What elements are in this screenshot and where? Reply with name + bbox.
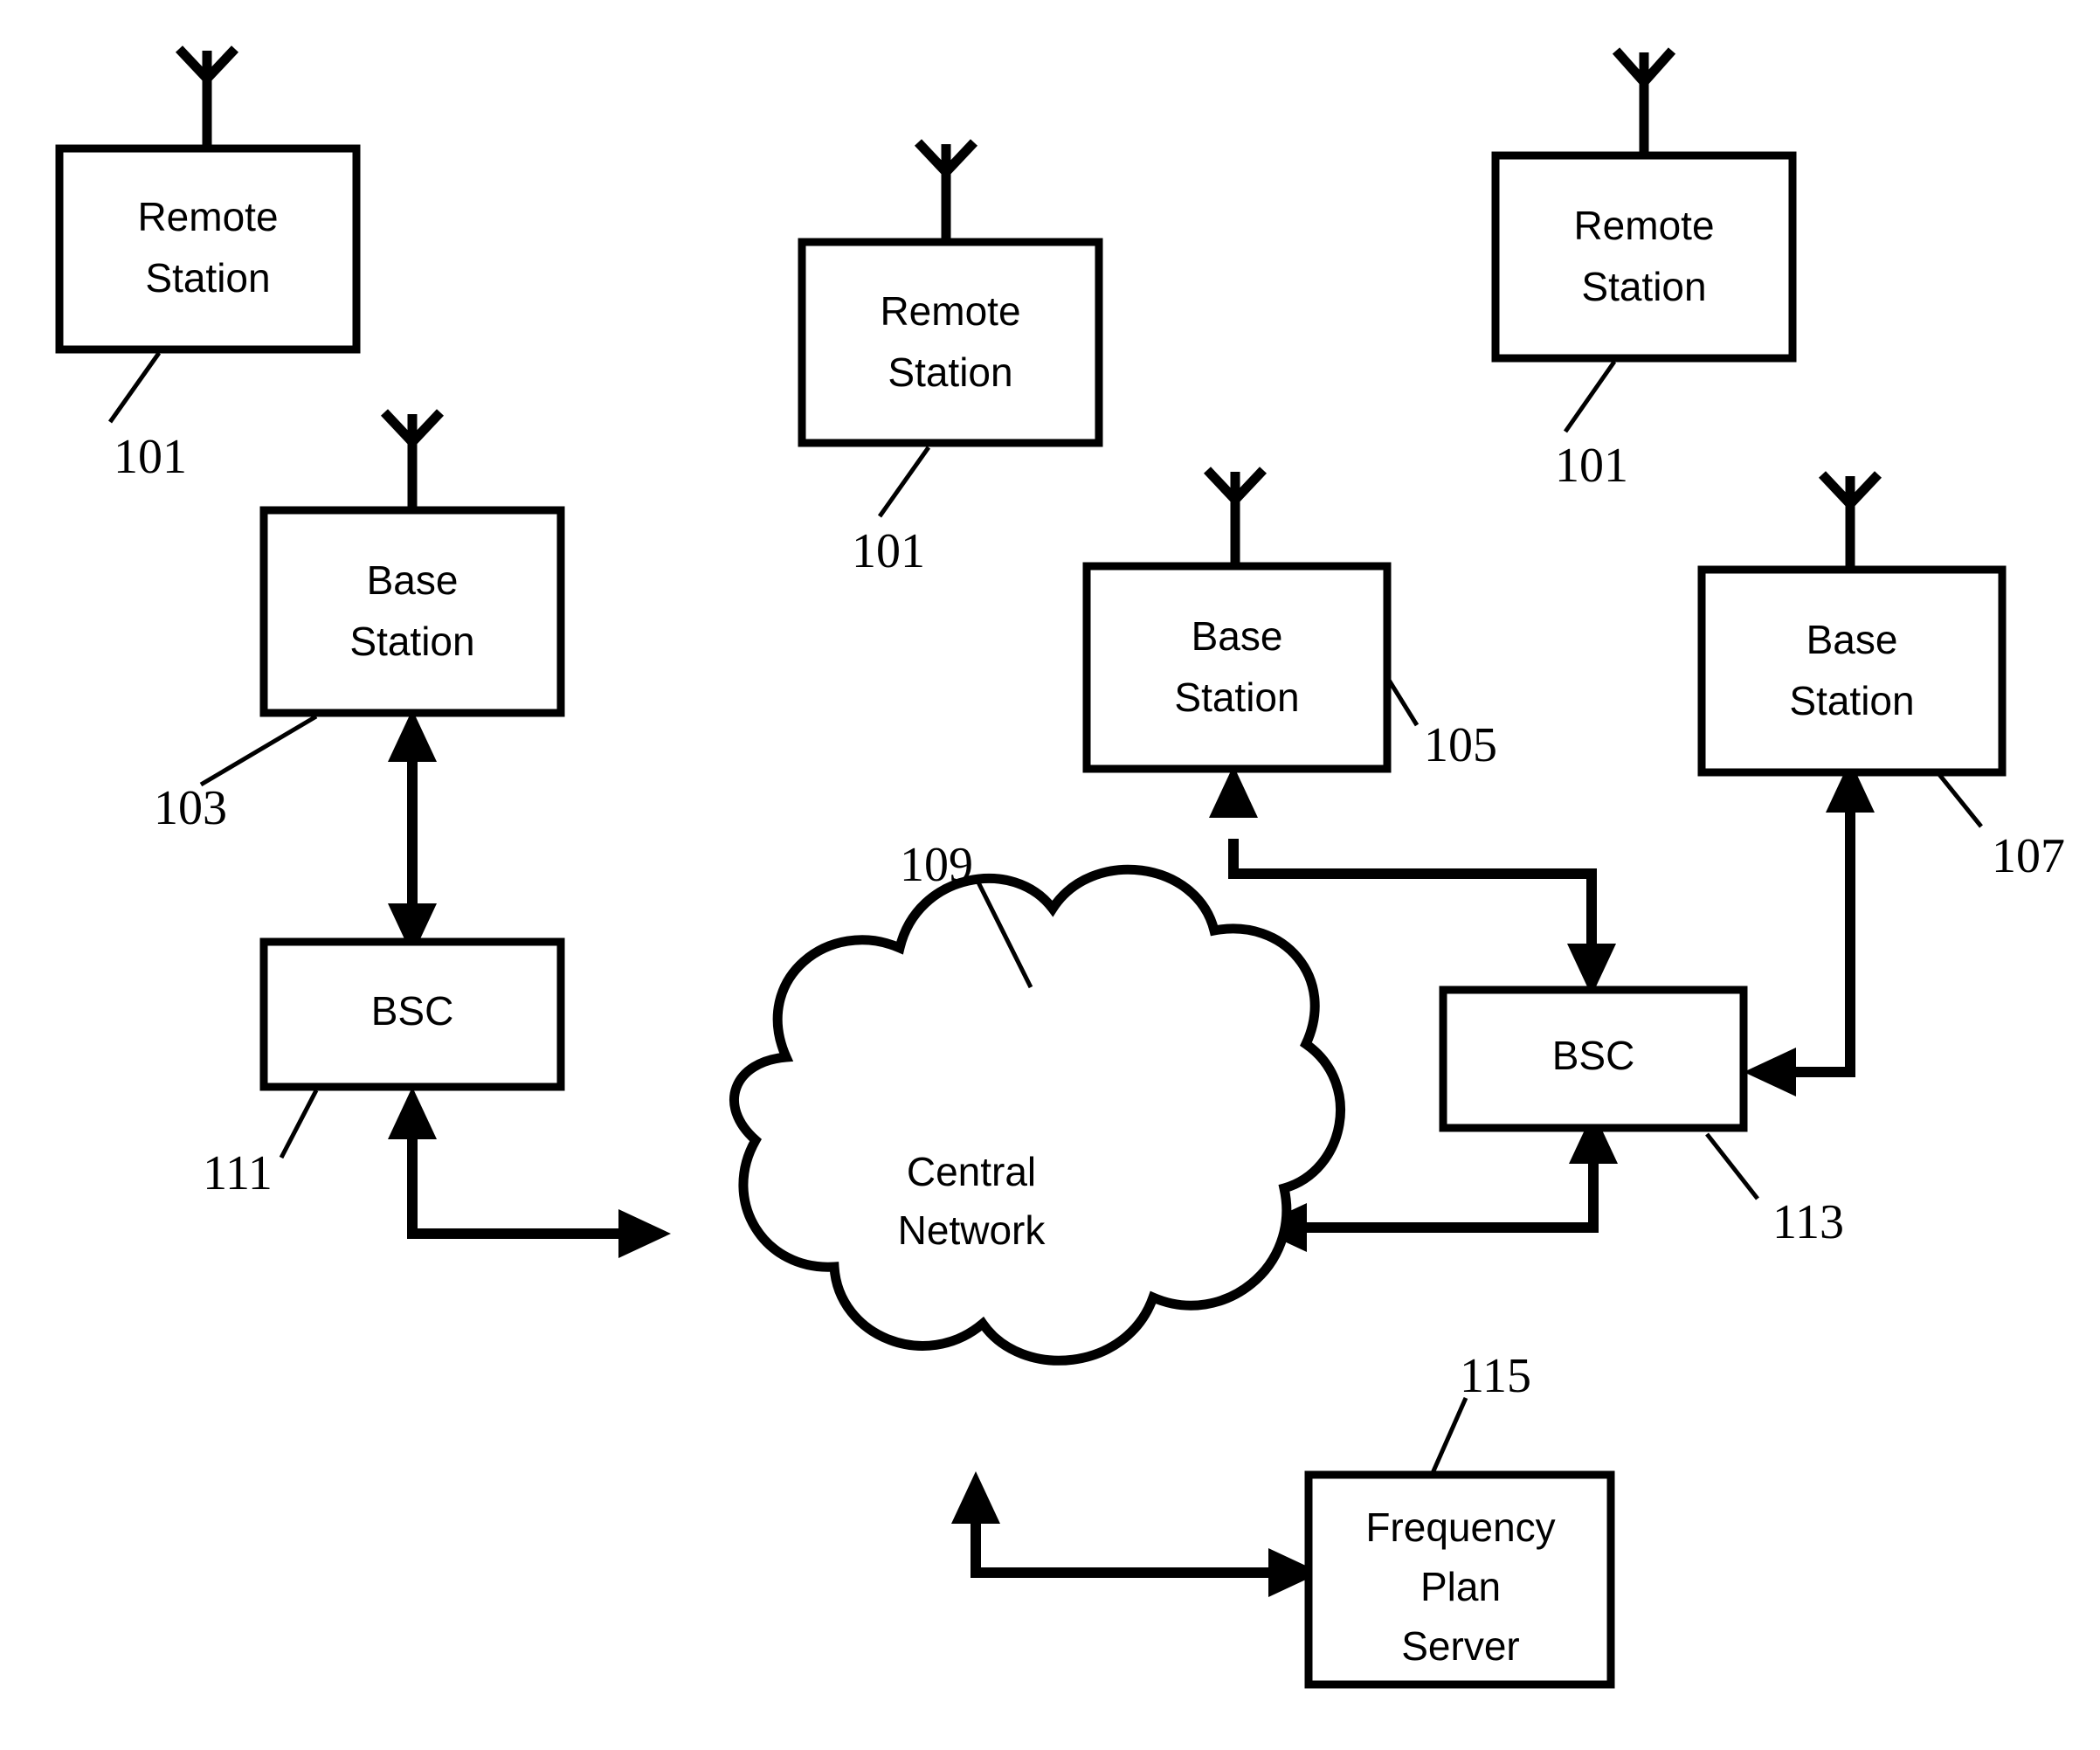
connector-frequency-plan-server-to-central-network <box>951 1471 1321 1597</box>
remote-station-right: Remote Station <box>1491 47 1797 363</box>
ref-101-right-group: 101 <box>1555 360 1628 493</box>
remote-station-right-box <box>1491 151 1797 363</box>
remote-station-middle-box <box>798 238 1103 447</box>
remote-station-left-label-line2: Station <box>145 255 270 301</box>
frequency-plan-server: Frequency Plan Server <box>1304 1470 1615 1689</box>
central-network-label-line1: Central <box>907 1149 1036 1194</box>
antenna-icon <box>380 409 445 510</box>
antenna-icon <box>175 45 239 149</box>
ref-label-111: 111 <box>203 1146 273 1200</box>
base-station-center-label-line1: Base <box>1192 613 1283 659</box>
ref-113-group: 113 <box>1705 1132 1844 1249</box>
base-station-right-label-line1: Base <box>1806 617 1898 662</box>
ref-label-105: 105 <box>1424 718 1497 772</box>
base-station-center-box <box>1082 562 1392 773</box>
remote-station-middle-label-line2: Station <box>888 349 1012 395</box>
base-station-left-label-line2: Station <box>349 619 474 664</box>
ref-label-101-left: 101 <box>114 430 187 484</box>
diagram-canvas: Central Network 109 Remote Station 101 R… <box>55 45 2065 1689</box>
remote-station-middle: Remote Station <box>798 139 1103 447</box>
ref-label-109: 109 <box>900 838 973 892</box>
remote-station-left-label-line1: Remote <box>137 194 278 239</box>
bsc-right-label: BSC <box>1552 1033 1635 1078</box>
base-station-right-box <box>1697 565 2007 777</box>
ref-111-group: 111 <box>203 1089 319 1200</box>
ref-115-group: 115 <box>1430 1349 1531 1475</box>
ref-label-113: 113 <box>1772 1195 1844 1249</box>
ref-103-group: 103 <box>154 714 318 835</box>
bsc-left: BSC <box>259 937 565 1091</box>
connector-bsc-left-to-central-network <box>388 1087 671 1258</box>
ref-label-101-middle: 101 <box>852 524 925 578</box>
central-network-label-line2: Network <box>898 1207 1047 1253</box>
connector-base-station-right-to-bsc-right <box>1744 760 1875 1096</box>
base-station-right-label-line2: Station <box>1789 678 1914 723</box>
ref-label-103: 103 <box>154 781 227 835</box>
base-station-right: Base Station <box>1697 471 2007 777</box>
base-station-left: Base Station <box>259 409 565 717</box>
remote-station-left: Remote Station <box>55 45 361 354</box>
frequency-plan-server-label-line1: Frequency <box>1365 1504 1555 1550</box>
base-station-center: Base Station <box>1082 467 1392 773</box>
ref-label-115: 115 <box>1460 1349 1531 1403</box>
antenna-icon <box>1203 467 1268 566</box>
ref-101-left-group: 101 <box>107 351 187 484</box>
base-station-center-label-line2: Station <box>1174 674 1299 720</box>
remote-station-left-box <box>55 144 361 354</box>
ref-101-middle-group: 101 <box>852 446 931 578</box>
frequency-plan-server-label-line2: Plan <box>1420 1564 1501 1609</box>
patent-figure-network-diagram: Central Network 109 Remote Station 101 R… <box>0 0 2100 1750</box>
antenna-icon <box>1818 471 1882 570</box>
remote-station-middle-label-line1: Remote <box>880 288 1020 334</box>
ref-107-group: 107 <box>1936 771 2065 883</box>
frequency-plan-server-label-line3: Server <box>1401 1623 1519 1669</box>
connector-base-station-left-to-bsc-left <box>388 709 437 956</box>
ref-label-107: 107 <box>1992 829 2065 883</box>
remote-station-right-label-line1: Remote <box>1573 203 1714 248</box>
bsc-left-label: BSC <box>371 988 454 1034</box>
base-station-left-box <box>259 506 565 717</box>
ref-105-group: 105 <box>1383 673 1497 772</box>
central-network-cloud: Central Network <box>729 864 1345 1366</box>
antenna-icon <box>1612 47 1676 156</box>
ref-label-101-right: 101 <box>1555 439 1628 493</box>
base-station-left-label-line1: Base <box>367 557 459 603</box>
antenna-icon <box>914 139 978 242</box>
remote-station-right-label-line2: Station <box>1581 264 1706 309</box>
bsc-right: BSC <box>1439 986 1748 1132</box>
